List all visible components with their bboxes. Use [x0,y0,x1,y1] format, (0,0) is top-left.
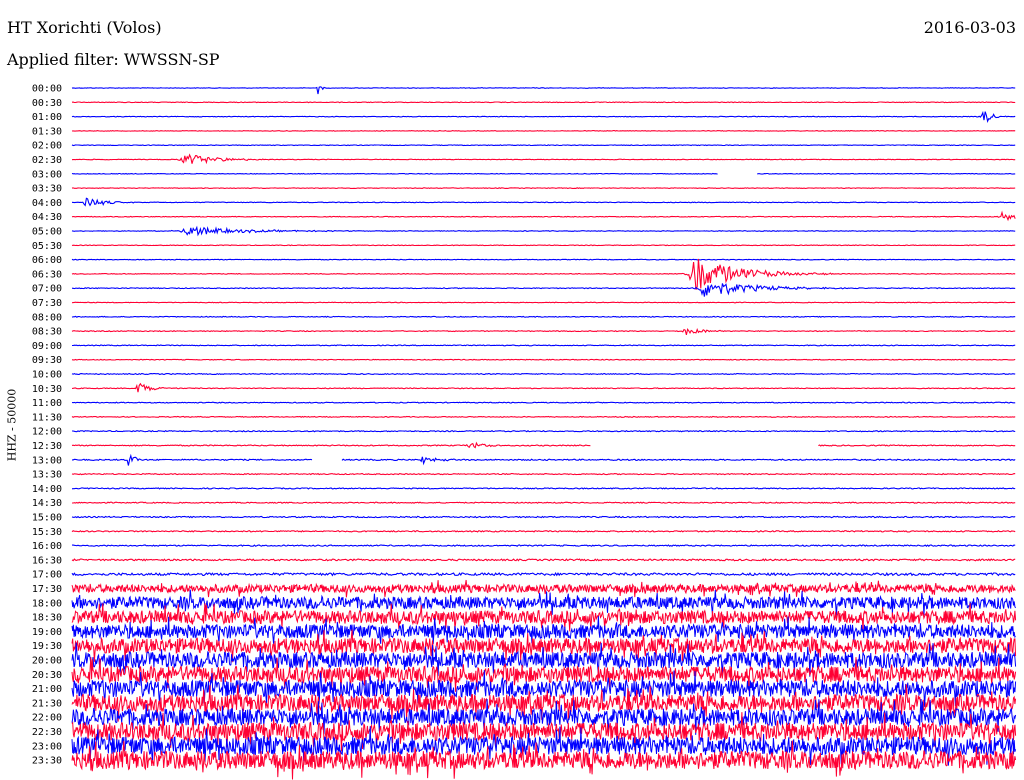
hour-label: 12:00 [32,427,62,438]
trace-0900 [72,344,1016,347]
hour-label: 07:00 [32,284,62,295]
helicorder-plot: 00:00 00:30 01:00 01:30 02:00 02:30 03:00 03:30… [32,84,1017,780]
trace-1730 [71,579,1016,598]
trace-1700 [71,571,1016,577]
trace-0600 [71,258,1016,261]
hour-label: 14:00 [32,484,62,495]
hour-label: 15:00 [32,513,62,524]
hour-label: 02:00 [32,141,62,152]
trace-1130 [71,415,1016,418]
trace-0000 [71,86,1016,95]
hour-labels: 00:00 00:30 01:00 01:30 02:00 02:30 03:00 03:30… [32,84,62,767]
hour-label: 19:30 [32,641,62,652]
trace-0330 [71,187,1016,190]
hour-label: 19:00 [32,627,62,638]
trace-0800 [71,315,1016,318]
trace-1600 [72,544,1016,547]
trace-0100 [71,110,1016,123]
hour-label: 09:30 [32,355,62,366]
hour-label: 23:30 [32,756,62,767]
hour-label: 07:30 [32,298,62,309]
hour-label: 06:00 [32,255,62,266]
hour-label: 04:30 [32,212,62,223]
hour-label: 08:30 [32,327,62,338]
hour-label: 06:30 [32,269,62,280]
hour-label: 11:00 [32,398,62,409]
trace-0030 [71,101,1016,104]
trace-1830 [71,603,1017,632]
hour-label: 10:00 [32,370,62,381]
trace-0130 [71,129,1016,132]
hour-label: 00:00 [32,84,62,95]
trace-0730 [71,301,1016,304]
trace-1400 [71,487,1016,490]
hour-label: 05:00 [32,227,62,238]
trace-0530 [71,244,1016,247]
hour-label: 08:00 [32,312,62,323]
hour-label: 16:00 [32,541,62,552]
trace-0300 [71,172,1016,175]
hour-label: 02:30 [32,155,62,166]
trace-0500 [71,225,1016,237]
trace-1500 [71,515,1016,519]
trace-1330 [71,472,1016,476]
hour-label: 03:30 [32,184,62,195]
trace-1030 [71,382,1016,393]
hour-label: 17:00 [32,570,62,581]
hour-label: 22:00 [32,713,62,724]
hour-label: 20:00 [32,656,62,667]
hour-label: 18:00 [32,598,62,609]
hour-label: 22:30 [32,727,62,738]
hour-label: 17:30 [32,584,62,595]
hour-label: 21:00 [32,684,62,695]
trace-0400 [71,197,1016,207]
hour-label: 12:30 [32,441,62,452]
trace-0200 [71,144,1016,147]
trace-0630 [71,258,1016,290]
hour-label: 15:30 [32,527,62,538]
hour-label: 11:30 [32,412,62,423]
trace-0430 [71,210,1016,222]
hour-label: 10:30 [32,384,62,395]
hour-label: 18:30 [32,613,62,624]
trace-1200 [72,429,1016,433]
trace-1230 [71,441,1016,449]
hour-label: 04:00 [32,198,62,209]
trace-0930 [71,358,1016,361]
trace-1530 [71,529,1016,533]
hour-label: 20:30 [32,670,62,681]
hour-label: 13:30 [32,470,62,481]
hour-label: 23:00 [32,741,62,752]
hour-label: 14:30 [32,498,62,509]
hour-label: 03:00 [32,169,62,180]
seismic-traces [71,86,1017,780]
trace-1000 [71,372,1016,376]
trace-1300 [72,453,1016,466]
trace-1430 [72,501,1016,504]
hour-label: 00:30 [32,98,62,109]
hour-label: 05:30 [32,241,62,252]
trace-1630 [71,558,1016,562]
hour-label: 01:00 [32,112,62,123]
hour-label: 21:30 [32,698,62,709]
trace-0830 [71,327,1016,336]
hour-label: 01:30 [32,126,62,137]
trace-0700 [71,283,1016,297]
hour-label: 13:00 [32,455,62,466]
hour-label: 09:00 [32,341,62,352]
hour-label: 16:30 [32,555,62,566]
trace-0230 [71,153,1016,165]
trace-1100 [71,401,1016,404]
